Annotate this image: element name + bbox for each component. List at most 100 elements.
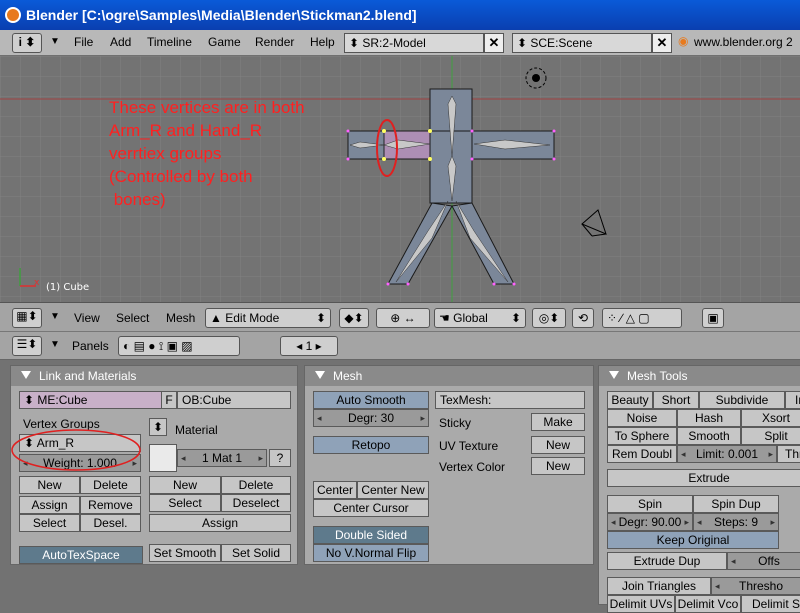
mode-selector[interactable]: ▲ Edit Mode ⬍ bbox=[205, 308, 331, 328]
menu-render[interactable]: Render bbox=[255, 35, 294, 49]
object-name-field[interactable]: OB:Cube bbox=[177, 391, 291, 409]
menu-mesh[interactable]: Mesh bbox=[166, 311, 195, 325]
spin-button[interactable]: Spin bbox=[607, 495, 693, 513]
delimit-sharp-toggle[interactable]: Delimit S bbox=[741, 595, 800, 613]
screen-selector[interactable]: ⬍ SR:2-Model bbox=[344, 33, 484, 53]
menu-view[interactable]: View bbox=[74, 311, 100, 325]
menu-timeline[interactable]: Timeline bbox=[147, 35, 192, 49]
frame-value: 1 bbox=[305, 339, 313, 353]
set-smooth-button[interactable]: Set Smooth bbox=[149, 544, 221, 562]
material-arrows-icon[interactable]: ⬍ bbox=[149, 418, 167, 436]
material-slot-field[interactable]: ◂ 1 Mat 1 ▸ bbox=[177, 449, 267, 467]
to-sphere-button[interactable]: To Sphere bbox=[607, 427, 677, 445]
extrude-dup-button[interactable]: Extrude Dup bbox=[607, 552, 727, 570]
frame-number-field[interactable]: ◂ 1 ▸ bbox=[280, 336, 338, 356]
delimit-vcol-toggle[interactable]: Delimit Vco bbox=[675, 595, 741, 613]
delimit-uvs-toggle[interactable]: Delimit UVs bbox=[607, 595, 675, 613]
center-button[interactable]: Center bbox=[313, 481, 357, 499]
material-assign-button[interactable]: Assign bbox=[149, 514, 291, 532]
pivot-manipulator-icon[interactable]: ⊕ ↔ bbox=[376, 308, 430, 328]
vgroup-new-button[interactable]: New bbox=[19, 476, 80, 494]
collapse-header-icon[interactable]: ▼ bbox=[50, 311, 60, 322]
smooth-button[interactable]: Smooth bbox=[677, 427, 741, 445]
panel-title-mesh-tools[interactable]: Mesh Tools bbox=[599, 366, 800, 386]
hash-button[interactable]: Hash bbox=[677, 409, 741, 427]
collapse-triangle-icon bbox=[315, 371, 325, 379]
set-solid-button[interactable]: Set Solid bbox=[221, 544, 291, 562]
sticky-make-button[interactable]: Make bbox=[531, 413, 585, 431]
spin-degree-field[interactable]: ◂ Degr: 90.00 ▸ bbox=[607, 513, 693, 531]
join-threshold-field[interactable]: ◂ Thresho bbox=[711, 577, 800, 595]
material-select-button[interactable]: Select bbox=[149, 494, 221, 512]
scene-selector[interactable]: ⬍ SCE:Scene bbox=[512, 33, 652, 53]
context-buttons-icons[interactable]: ◐ ▤ ● ⟟ ▣ ▨ bbox=[118, 336, 240, 356]
vgroup-remove-button[interactable]: Remove bbox=[80, 496, 141, 514]
no-vnormal-flip-toggle[interactable]: No V.Normal Flip bbox=[313, 544, 429, 562]
collapse-triangle-icon bbox=[21, 371, 31, 379]
menu-help[interactable]: Help bbox=[310, 35, 335, 49]
vgroup-assign-button[interactable]: Assign bbox=[19, 496, 80, 514]
menu-file[interactable]: File bbox=[74, 35, 93, 49]
orientation-selector[interactable]: ☚ Global ⬍ bbox=[434, 308, 526, 328]
vgroup-select-button[interactable]: Select bbox=[19, 514, 80, 532]
short-toggle[interactable]: Short bbox=[653, 391, 699, 409]
threshold-field[interactable]: Thr bbox=[777, 445, 800, 463]
menu-add[interactable]: Add bbox=[110, 35, 131, 49]
material-help-button[interactable]: ? bbox=[269, 449, 291, 467]
keep-original-toggle[interactable]: Keep Original bbox=[607, 531, 779, 549]
panel-title-link-materials[interactable]: Link and Materials bbox=[11, 366, 297, 386]
delete-scene-close-icon[interactable]: ✕ bbox=[652, 33, 672, 53]
vgroup-delete-button[interactable]: Delete bbox=[80, 476, 141, 494]
window-type-grid-icon[interactable]: ▦⬍ bbox=[12, 308, 42, 328]
spin-steps-field[interactable]: ◂ Steps: 9 ▸ bbox=[693, 513, 779, 531]
subdivide-button[interactable]: Subdivide bbox=[699, 391, 785, 409]
uv-texture-label: UV Texture bbox=[439, 439, 499, 453]
material-color-swatch[interactable] bbox=[149, 444, 177, 472]
beauty-toggle[interactable]: Beauty bbox=[607, 391, 653, 409]
select-mode-buttons[interactable]: ⁘ ∕ △ ▢ bbox=[602, 308, 682, 328]
extrude-button[interactable]: Extrude bbox=[607, 469, 800, 487]
vgroup-deselect-button[interactable]: Desel. bbox=[80, 514, 141, 532]
split-button[interactable]: Split bbox=[741, 427, 800, 445]
menu-select[interactable]: Select bbox=[116, 311, 149, 325]
collapse-menu-icon[interactable]: ▼ bbox=[50, 36, 60, 47]
noise-button[interactable]: Noise bbox=[607, 409, 677, 427]
mesh-name-field[interactable]: ⬍ ME:Cube bbox=[19, 391, 169, 409]
proportional-edit-icon[interactable]: ◎⬍ bbox=[532, 308, 566, 328]
uv-texture-new-button[interactable]: New bbox=[531, 436, 585, 454]
spin-dup-button[interactable]: Spin Dup bbox=[693, 495, 779, 513]
fake-user-button[interactable]: F bbox=[161, 391, 177, 409]
auto-smooth-degree-field[interactable]: ◂ Degr: 30 ▸ bbox=[313, 409, 429, 427]
limit-field[interactable]: ◂ Limit: 0.001 ▸ bbox=[677, 445, 777, 463]
center-cursor-button[interactable]: Center Cursor bbox=[313, 499, 429, 517]
render-preview-icon[interactable]: ▣ bbox=[702, 308, 724, 328]
material-new-button[interactable]: New bbox=[149, 476, 221, 494]
texmesh-field[interactable]: TexMesh: bbox=[435, 391, 585, 409]
auto-smooth-toggle[interactable]: Auto Smooth bbox=[313, 391, 429, 409]
info-window-type-icon[interactable]: i ⬍ bbox=[12, 33, 42, 53]
3d-viewport[interactable]: x These vertices are in both Arm_R and H… bbox=[0, 56, 800, 302]
center-new-button[interactable]: Center New bbox=[357, 481, 429, 499]
window-type-buttons-icon[interactable]: ☰⬍ bbox=[12, 336, 42, 356]
sticky-label: Sticky bbox=[439, 416, 472, 430]
material-deselect-button[interactable]: Deselect bbox=[221, 494, 291, 512]
retopo-toggle[interactable]: Retopo bbox=[313, 436, 429, 454]
draw-type-icon[interactable]: ◆⬍ bbox=[339, 308, 369, 328]
panel-title-mesh[interactable]: Mesh bbox=[305, 366, 593, 386]
material-delete-button[interactable]: Delete bbox=[221, 476, 291, 494]
link-and-materials-panel: Link and Materials ⬍ ME:Cube F OB:Cube V… bbox=[10, 365, 298, 565]
offset-field[interactable]: ◂ Offs bbox=[727, 552, 800, 570]
join-triangles-button[interactable]: Join Triangles bbox=[607, 577, 711, 595]
xsort-button[interactable]: Xsort bbox=[741, 409, 800, 427]
menu-game[interactable]: Game bbox=[208, 35, 241, 49]
vertex-color-new-button[interactable]: New bbox=[531, 457, 585, 475]
collapse-header-icon[interactable]: ▼ bbox=[50, 339, 60, 350]
remove-doubles-button[interactable]: Rem Doubl bbox=[607, 445, 677, 463]
orientation-label: Global bbox=[453, 311, 488, 325]
delete-screen-close-icon[interactable]: ✕ bbox=[484, 33, 504, 53]
innervert-button[interactable]: In bbox=[785, 391, 800, 409]
double-sided-toggle[interactable]: Double Sided bbox=[313, 526, 429, 544]
autotexspace-toggle[interactable]: AutoTexSpace bbox=[19, 546, 143, 564]
buttons-panels-area: Link and Materials ⬍ ME:Cube F OB:Cube V… bbox=[0, 360, 800, 613]
snap-icon[interactable]: ⟲ bbox=[572, 308, 594, 328]
